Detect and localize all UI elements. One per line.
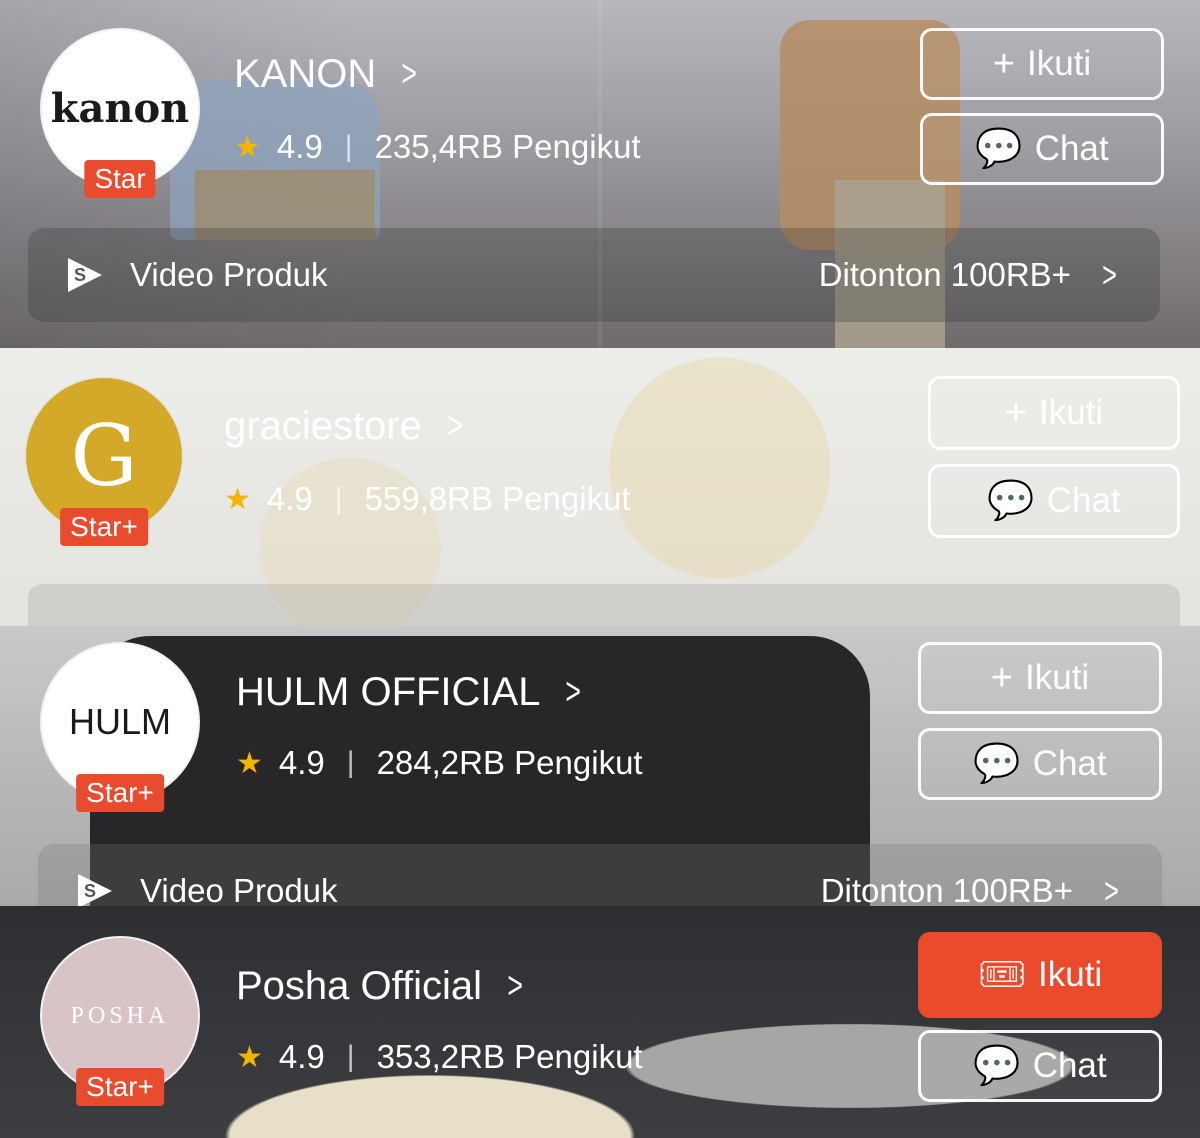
store-card-graciestore: G Star+ graciestore > ★ 4.9 | 559,8RB Pe… — [0, 348, 1200, 626]
views-label: Ditonton 100RB+ — [818, 256, 1071, 293]
store-stats: ★ 4.9 | 284,2RB Pengikut — [236, 744, 643, 782]
store-avatar[interactable]: kanon Star — [40, 28, 200, 198]
store-name: KANON — [234, 52, 377, 96]
chevron-right-icon: > — [1104, 870, 1119, 906]
chat-bubble-icon: 💬 — [987, 480, 1035, 522]
store-avatar[interactable]: HULM Star+ — [40, 642, 200, 812]
store-name-link[interactable]: HULM OFFICIAL > — [236, 670, 585, 715]
chevron-right-icon: > — [401, 53, 418, 95]
store-stats: ★ 4.9 | 353,2RB Pengikut — [236, 1038, 643, 1076]
store-name-link[interactable]: Posha Official > — [236, 964, 526, 1009]
video-play-icon: S — [68, 258, 102, 292]
store-stats: ★ 4.9 | 235,4RB Pengikut — [234, 128, 641, 166]
chat-button[interactable]: 💬 Chat — [918, 728, 1162, 800]
rating-value: 4.9 — [276, 128, 323, 165]
chevron-right-icon: > — [507, 965, 523, 1007]
follower-count: 559,8RB Pengikut — [364, 480, 631, 517]
follow-button[interactable]: 🎟 Ikuti — [918, 932, 1162, 1018]
star-icon: ★ — [236, 1040, 263, 1074]
store-avatar[interactable]: G Star+ — [24, 376, 184, 546]
store-name: Posha Official — [236, 964, 483, 1008]
views-label: Ditonton 100RB+ — [820, 872, 1073, 906]
rating-value: 4.9 — [278, 744, 325, 781]
store-name: HULM OFFICIAL — [236, 670, 541, 714]
video-play-icon: S — [78, 874, 112, 906]
chat-bubble-icon: 💬 — [973, 1045, 1021, 1087]
stats-separator: | — [346, 746, 355, 779]
star-badge: Star — [84, 159, 156, 198]
store-card-hulm: HULM Star+ HULM OFFICIAL > ★ 4.9 | 284,2… — [0, 626, 1200, 906]
video-label: Video Produk — [130, 256, 328, 293]
star-icon: ★ — [234, 130, 261, 164]
star-icon: ★ — [224, 482, 251, 516]
plus-icon: + — [1004, 392, 1027, 434]
follow-label: Ikuti — [1038, 955, 1103, 994]
store-card-posha: POSHA Star+ Posha Official > ★ 4.9 | 353… — [0, 906, 1200, 1138]
rating-value: 4.9 — [278, 1038, 325, 1075]
stats-separator: | — [346, 1040, 355, 1073]
follow-button[interactable]: + Ikuti — [920, 28, 1164, 100]
avatar-logo-text: kanon — [50, 84, 190, 132]
stats-separator: | — [344, 130, 353, 163]
chat-button[interactable]: 💬 Chat — [918, 1030, 1162, 1102]
chat-bubble-icon: 💬 — [973, 743, 1021, 785]
product-video-bar[interactable]: S Video Produk Ditonton 100RB+ > — [38, 844, 1162, 906]
store-avatar[interactable]: POSHA Star+ — [40, 936, 200, 1106]
store-card-kanon: kanon Star KANON > ★ 4.9 | 235,4RB Pengi… — [0, 0, 1200, 348]
chat-label: Chat — [1032, 744, 1107, 783]
store-name: graciestore — [224, 404, 422, 448]
chat-button[interactable]: 💬 Chat — [928, 464, 1180, 538]
rating-value: 4.9 — [266, 480, 313, 517]
follow-label: Ikuti — [1039, 393, 1104, 432]
chat-label: Chat — [1032, 1046, 1107, 1085]
store-stats: ★ 4.9 | 559,8RB Pengikut — [224, 480, 631, 518]
avatar-logo-text: POSHA — [70, 1002, 170, 1029]
stats-separator: | — [334, 482, 343, 515]
chevron-right-icon: > — [1102, 254, 1117, 295]
store-name-link[interactable]: graciestore > — [224, 404, 466, 449]
plus-icon: + — [992, 43, 1015, 85]
star-icon: ★ — [236, 746, 263, 780]
follower-count: 235,4RB Pengikut — [374, 128, 641, 165]
product-video-bar-partial — [28, 584, 1180, 626]
chat-label: Chat — [1046, 481, 1121, 520]
ticket-icon: 🎟 — [977, 954, 1027, 996]
follower-count: 284,2RB Pengikut — [376, 744, 643, 781]
chevron-right-icon: > — [447, 405, 463, 447]
follow-label: Ikuti — [1025, 658, 1090, 697]
follow-label: Ikuti — [1027, 44, 1092, 83]
avatar-logo-text: G — [70, 407, 138, 505]
follow-button[interactable]: + Ikuti — [928, 376, 1180, 450]
chat-bubble-icon: 💬 — [975, 128, 1023, 170]
star-plus-badge: Star+ — [76, 1067, 164, 1106]
star-plus-badge: Star+ — [60, 507, 148, 546]
store-name-link[interactable]: KANON > — [234, 52, 420, 97]
product-video-bar[interactable]: S Video Produk Ditonton 100RB+ > — [28, 228, 1160, 322]
chat-label: Chat — [1034, 129, 1109, 168]
follower-count: 353,2RB Pengikut — [376, 1038, 643, 1075]
video-label: Video Produk — [140, 872, 338, 906]
follow-button[interactable]: + Ikuti — [918, 642, 1162, 714]
chat-button[interactable]: 💬 Chat — [920, 113, 1164, 185]
plus-icon: + — [990, 657, 1013, 699]
star-plus-badge: Star+ — [76, 773, 164, 812]
chevron-right-icon: > — [565, 671, 582, 713]
avatar-logo-text: HULM — [68, 701, 171, 742]
